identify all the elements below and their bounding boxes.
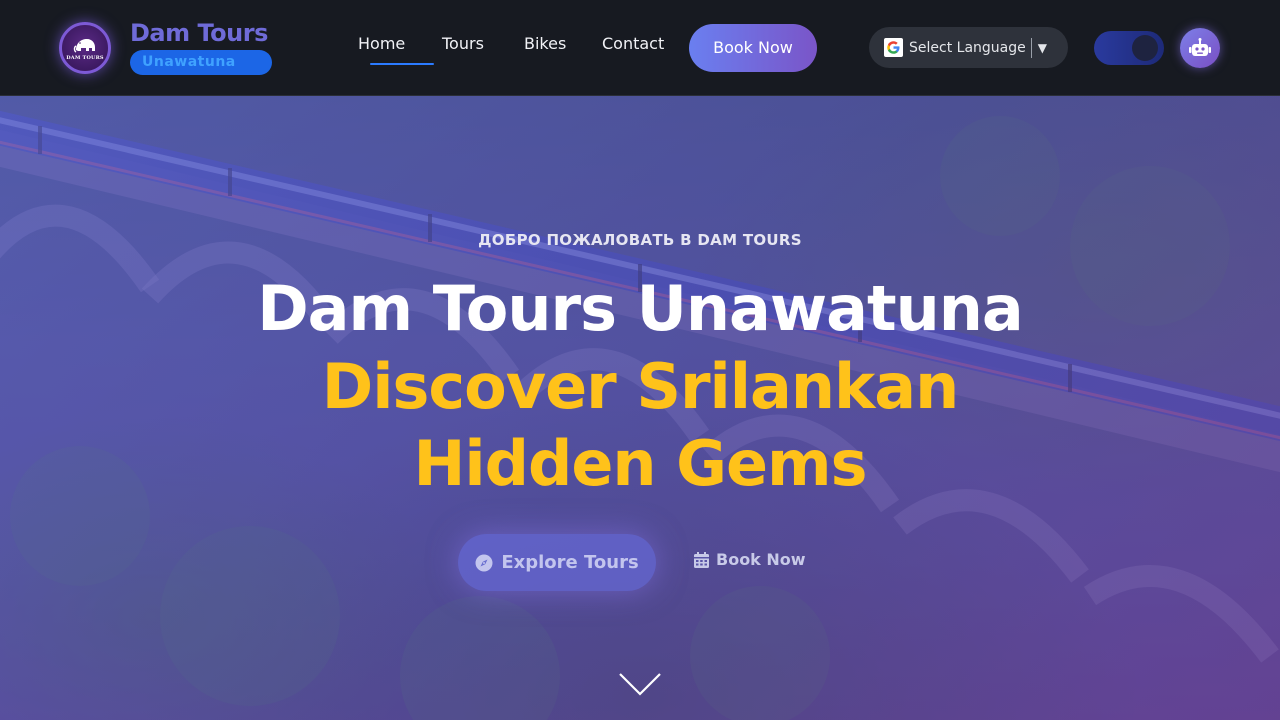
caret-down-icon: ▼ — [1037, 40, 1047, 55]
nav-tours[interactable]: Tours — [442, 34, 484, 53]
hero-section: ДОБРО ПОЖАЛОВАТЬ В DAM TOURS Dam Tours U… — [0, 96, 1280, 720]
language-select[interactable]: Select Language ▼ — [869, 27, 1068, 68]
header-book-now-button[interactable]: Book Now — [689, 24, 817, 72]
hero-title: Dam Tours Unawatuna — [257, 272, 1024, 345]
nav-bikes[interactable]: Bikes — [524, 34, 566, 53]
elephant-logo-icon — [73, 38, 95, 53]
logo-text: DAM TOURS — [66, 54, 104, 61]
calendar-icon — [694, 551, 709, 568]
hero-highlight-line2: Hidden Gems — [413, 427, 867, 500]
brand-subtitle: Unawatuna — [130, 50, 272, 75]
theme-toggle[interactable] — [1094, 31, 1164, 65]
site-header: DAM TOURS Dam Tours Unawatuna Home Tours… — [0, 0, 1280, 96]
hero-welcome-text: ДОБРО ПОЖАЛОВАТЬ В DAM TOURS — [478, 231, 802, 249]
language-separator — [1030, 37, 1032, 58]
compass-icon — [475, 554, 493, 571]
chatbot-button[interactable] — [1180, 28, 1220, 68]
robot-icon — [1189, 38, 1211, 56]
hero-book-now-label: Book Now — [716, 550, 806, 569]
nav-active-indicator — [370, 63, 434, 65]
explore-tours-button[interactable]: Explore Tours — [458, 534, 656, 591]
brand-logo[interactable]: DAM TOURS — [59, 22, 111, 74]
brand-title[interactable]: Dam Tours — [130, 19, 268, 47]
chevron-down-icon[interactable] — [618, 670, 662, 698]
explore-tours-label: Explore Tours — [501, 552, 639, 573]
nav-home[interactable]: Home — [358, 34, 405, 53]
hero-book-now-link[interactable]: Book Now — [694, 550, 806, 569]
google-g-icon — [884, 38, 903, 57]
toggle-knob — [1132, 35, 1158, 61]
hero-highlight-line1: Discover Srilankan — [321, 350, 960, 423]
nav-contact[interactable]: Contact — [602, 34, 664, 53]
language-label: Select Language — [909, 39, 1026, 56]
